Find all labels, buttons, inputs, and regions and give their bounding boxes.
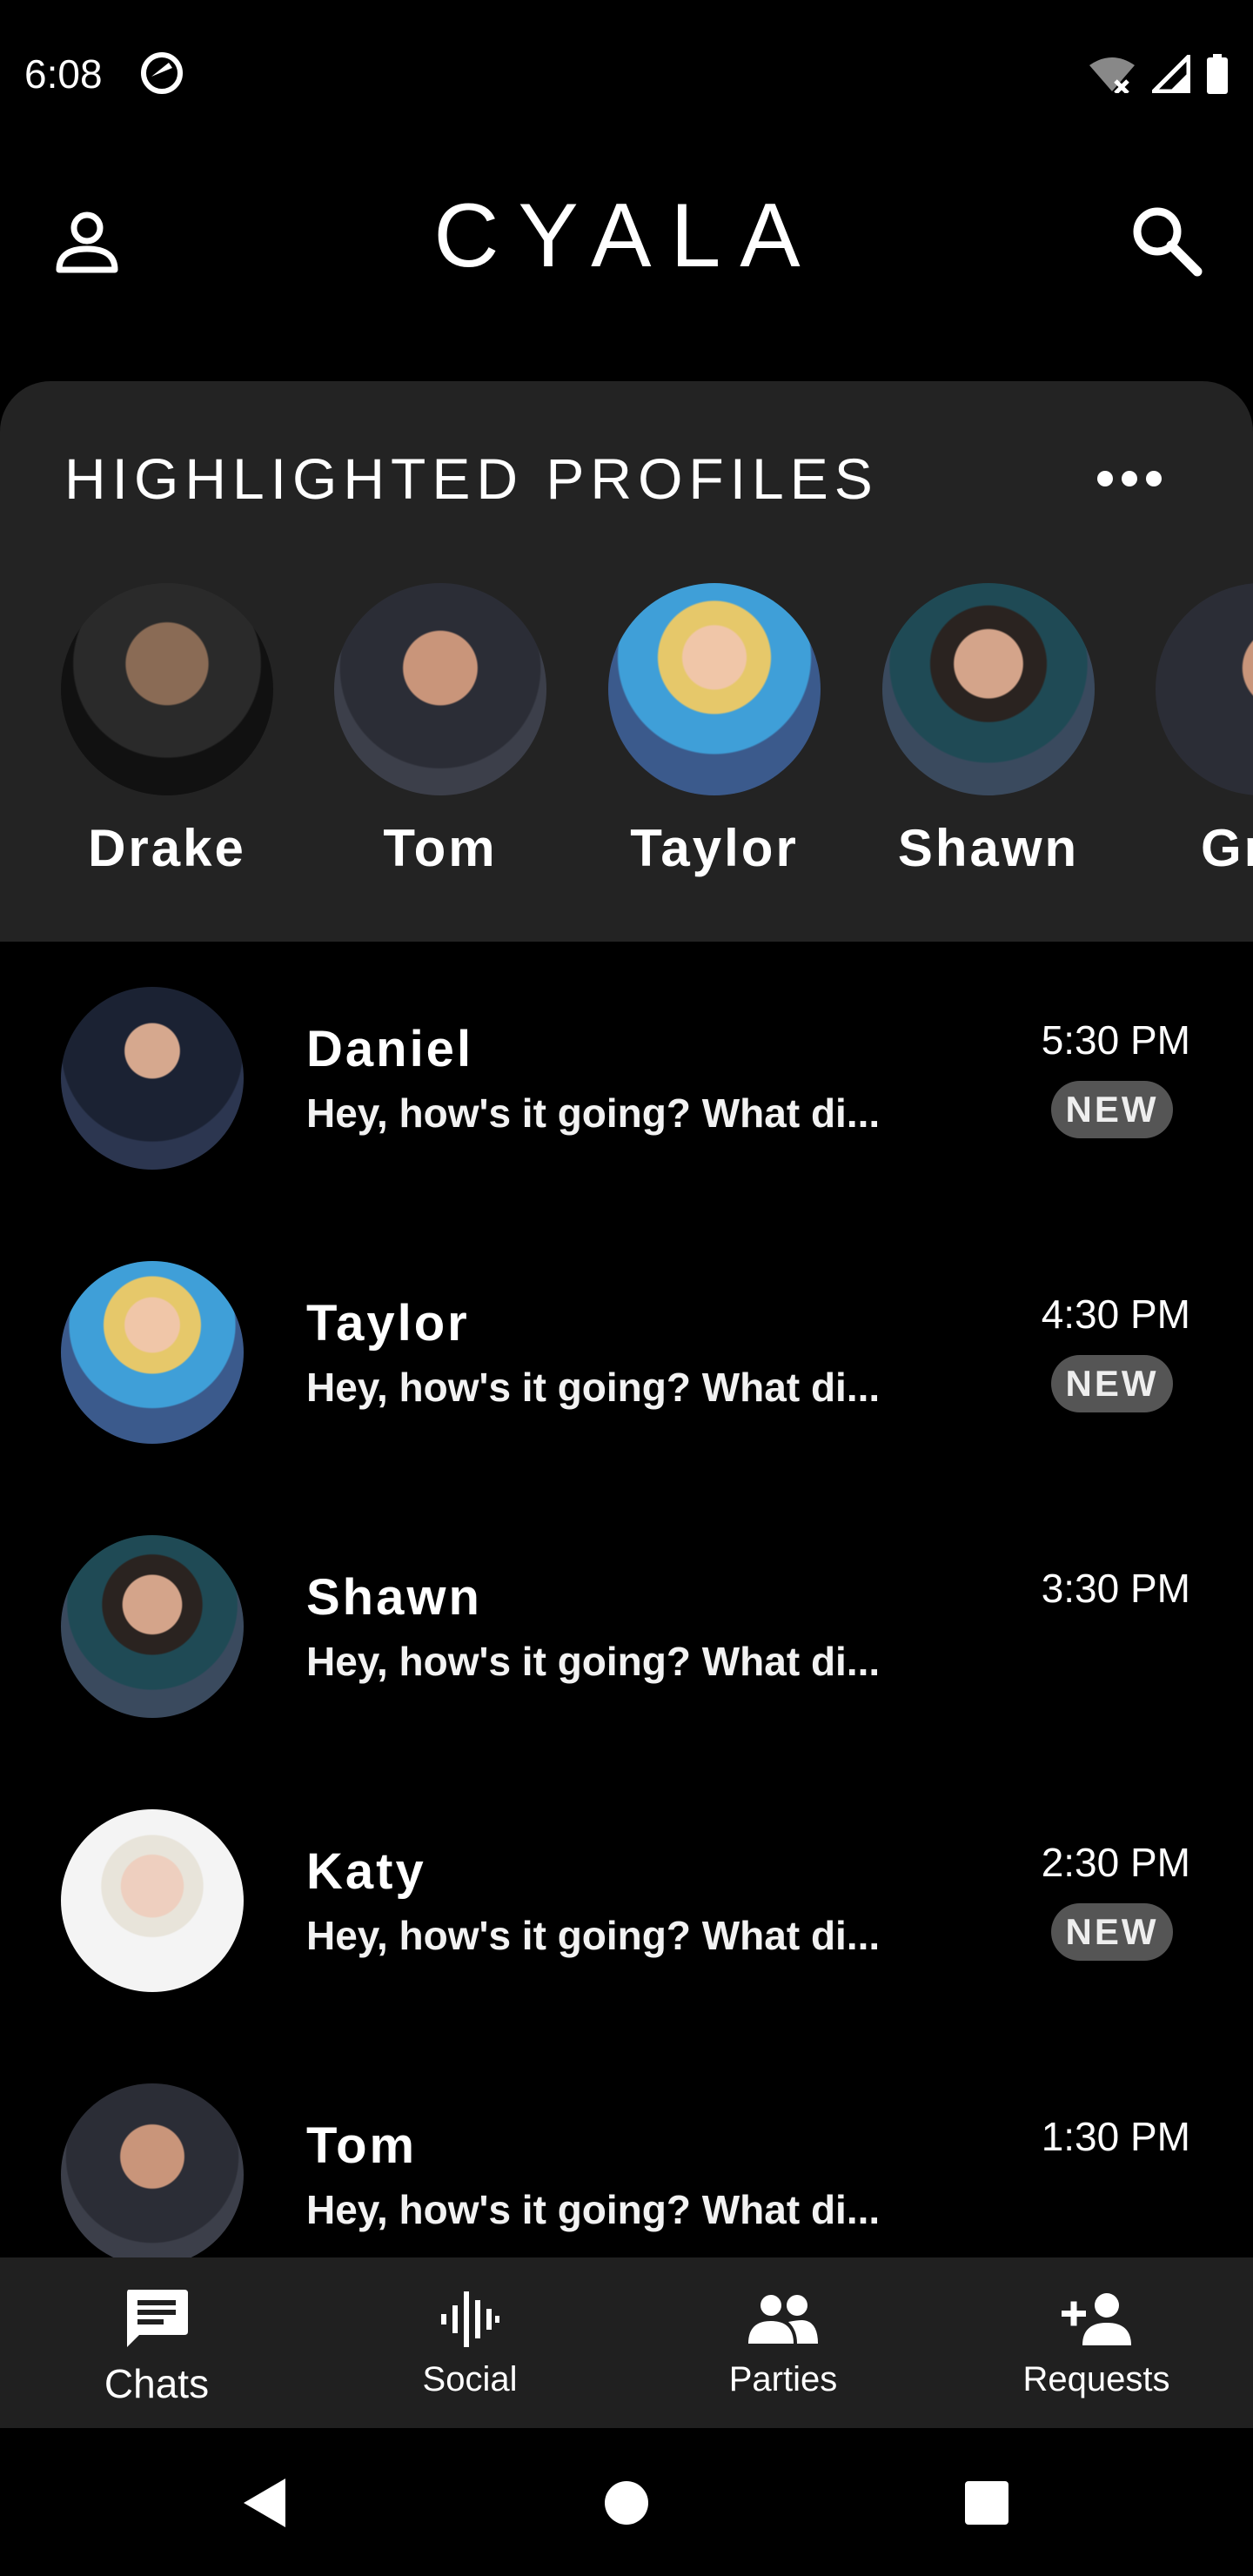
avatar <box>61 583 273 795</box>
avatar <box>61 987 244 1170</box>
highlight-profile[interactable]: Shawn <box>851 583 1126 878</box>
chat-time: 5:30 PM <box>1041 1017 1190 1063</box>
chat-name: Tom <box>306 2117 418 2174</box>
new-badge: NEW <box>1051 1355 1173 1412</box>
wifi-off-icon <box>1088 55 1136 97</box>
home-circle-icon <box>603 2479 650 2531</box>
new-badge: NEW <box>1051 1081 1173 1138</box>
person-add-icon <box>1060 2287 1133 2351</box>
avatar <box>61 1261 244 1444</box>
avatar <box>61 1809 244 1992</box>
highlight-carousel[interactable]: Drake Tom Taylor Shawn Gr <box>0 583 1253 914</box>
nav-label: Parties <box>728 2360 838 2398</box>
notification-app-icon <box>139 50 184 96</box>
group-icon <box>747 2287 820 2351</box>
recents-square-icon <box>963 2479 1010 2531</box>
home-button[interactable] <box>592 2470 661 2539</box>
profile-name: Gr <box>1201 819 1253 877</box>
nav-social[interactable]: Social <box>313 2257 626 2428</box>
chat-row[interactable]: Taylor Hey, how's it going? What di... 4… <box>0 1216 1253 1490</box>
avatar <box>608 583 821 795</box>
avatar <box>334 583 546 795</box>
nav-chats[interactable]: Chats <box>0 2257 313 2428</box>
more-horiz-icon <box>1095 468 1164 493</box>
profile-name: Shawn <box>897 819 1080 877</box>
section-title: HIGHLIGHTED PROFILES <box>64 446 879 511</box>
new-badge: NEW <box>1051 1903 1173 1961</box>
chat-time: 3:30 PM <box>1041 1566 1190 1611</box>
avatar <box>1156 583 1253 795</box>
chat-list[interactable]: Daniel Hey, how's it going? What di... 5… <box>0 942 1253 2257</box>
chat-row[interactable]: Daniel Hey, how's it going? What di... 5… <box>0 942 1253 1216</box>
recents-button[interactable] <box>952 2470 1022 2539</box>
chat-name: Katy <box>306 1843 426 1900</box>
avatar <box>61 2083 244 2257</box>
chat-row[interactable]: Tom Hey, how's it going? What di... 1:30… <box>0 2038 1253 2257</box>
status-bar: 6:08 <box>0 0 1253 148</box>
highlight-profile[interactable]: Drake <box>30 583 305 878</box>
nav-label: Chats <box>104 2361 210 2406</box>
profile-name: Tom <box>383 819 498 877</box>
chat-preview: Hey, how's it going? What di... <box>306 2187 881 2232</box>
system-navigation-bar <box>0 2428 1253 2576</box>
nav-label: Social <box>422 2360 518 2398</box>
more-options-button[interactable] <box>1086 456 1173 505</box>
chat-preview: Hey, how's it going? What di... <box>306 1090 881 1136</box>
battery-icon <box>1206 54 1229 98</box>
search-icon <box>1129 204 1203 281</box>
back-triangle-icon <box>240 2477 289 2533</box>
nav-requests[interactable]: Requests <box>940 2257 1253 2428</box>
chat-time: 2:30 PM <box>1041 1840 1190 1885</box>
signal-icon <box>1148 50 1191 97</box>
bottom-navigation: Chats Social Parties Requests <box>0 2257 1253 2428</box>
profile-name: Taylor <box>630 819 799 877</box>
avatar <box>882 583 1095 795</box>
search-button[interactable] <box>1121 197 1211 287</box>
highlight-profile[interactable]: Taylor <box>577 583 852 878</box>
avatar <box>61 1535 244 1718</box>
app-title: CYALA <box>433 185 820 286</box>
nav-label: Requests <box>1022 2360 1170 2398</box>
highlighted-profiles-panel: HIGHLIGHTED PROFILES Drake Tom Taylor Sh… <box>0 381 1253 942</box>
app-bar: CYALA <box>0 148 1253 366</box>
chat-preview: Hey, how's it going? What di... <box>306 1639 881 1684</box>
highlight-profile[interactable]: Tom <box>303 583 578 878</box>
chat-preview: Hey, how's it going? What di... <box>306 1913 881 1958</box>
back-button[interactable] <box>230 2470 299 2539</box>
chat-time: 1:30 PM <box>1041 2114 1190 2159</box>
chat-time: 4:30 PM <box>1041 1291 1190 1337</box>
profile-name: Drake <box>88 819 246 877</box>
chat-preview: Hey, how's it going? What di... <box>306 1365 881 1410</box>
chat-name: Shawn <box>306 1569 482 1626</box>
chat-name: Taylor <box>306 1295 470 1352</box>
chat-row[interactable]: Shawn Hey, how's it going? What di... 3:… <box>0 1490 1253 1764</box>
status-time: 6:08 <box>24 51 103 97</box>
audio-wave-icon <box>439 2287 500 2351</box>
chat-name: Daniel <box>306 1021 474 1077</box>
highlight-profile[interactable]: Gr <box>1124 583 1253 878</box>
nav-parties[interactable]: Parties <box>626 2257 940 2428</box>
chat-row[interactable]: Katy Hey, how's it going? What di... 2:3… <box>0 1764 1253 2038</box>
chat-bubble-icon <box>124 2287 190 2351</box>
